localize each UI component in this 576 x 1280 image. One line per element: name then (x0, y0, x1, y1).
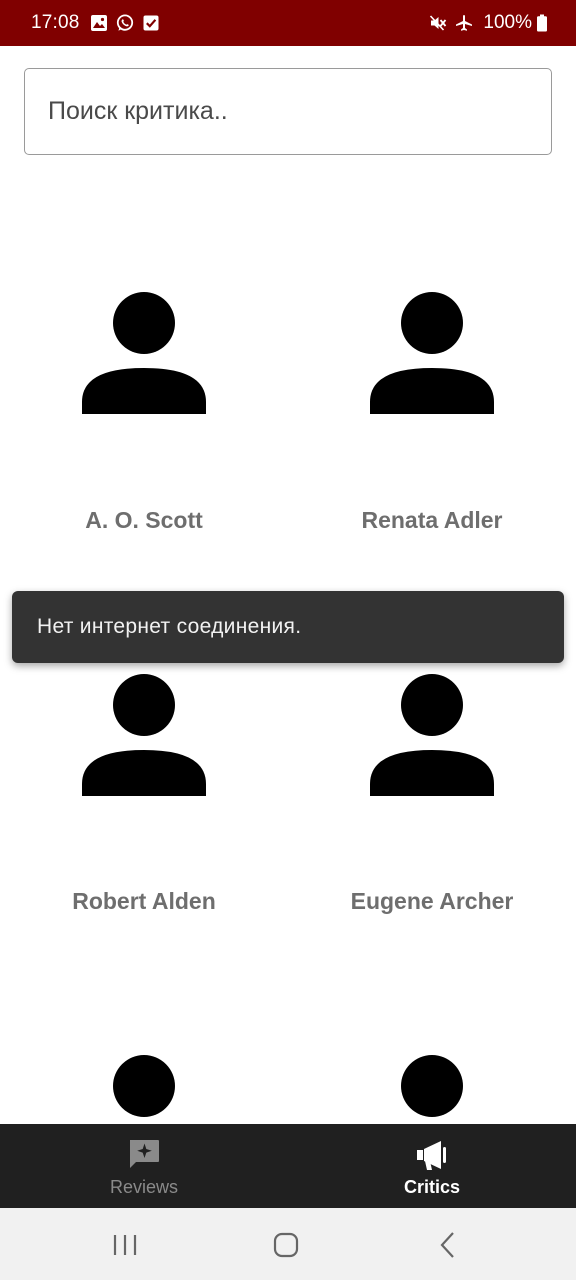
person-icon (113, 1055, 175, 1117)
gallery-icon (90, 15, 107, 31)
tab-critics-label: Critics (403, 1177, 461, 1197)
battery-percentage: 100% (483, 12, 532, 33)
system-navigation-bar (0, 1208, 576, 1280)
checkbox-icon (143, 15, 159, 31)
critic-card[interactable] (288, 963, 576, 1124)
critic-card[interactable] (0, 963, 288, 1124)
review-sparkle-icon (130, 1140, 159, 1168)
person-icon (82, 292, 206, 414)
recent-apps-icon[interactable] (110, 1230, 140, 1260)
search-input[interactable] (24, 68, 552, 155)
status-time: 17:08 (31, 12, 80, 33)
status-right: 100% (429, 12, 548, 34)
status-bar: 17:08 100% (0, 0, 576, 46)
mute-icon (430, 15, 447, 31)
critic-name: A. O. Scott (85, 507, 203, 533)
critic-name: Robert Alden (72, 888, 216, 914)
tab-critics[interactable]: Critics (288, 1124, 576, 1208)
person-icon (370, 674, 494, 796)
person-icon (401, 1055, 463, 1117)
airplane-icon (456, 15, 473, 31)
person-icon (370, 292, 494, 414)
critic-card[interactable]: A. O. Scott (0, 200, 288, 580)
tab-reviews[interactable]: Reviews (0, 1124, 288, 1208)
critic-card[interactable]: Renata Adler (288, 200, 576, 580)
bottom-navigation: Reviews Critics (0, 1124, 576, 1208)
snackbar: Нет интернет соединения. (12, 591, 564, 663)
snackbar-message: Нет интернет соединения. (37, 615, 302, 638)
home-icon[interactable] (271, 1230, 301, 1260)
tab-reviews-label: Reviews (109, 1177, 179, 1197)
critic-name: Renata Adler (361, 507, 503, 533)
person-icon (82, 674, 206, 796)
critic-name: Eugene Archer (350, 888, 514, 914)
battery-icon (537, 14, 547, 32)
megaphone-icon (417, 1141, 446, 1170)
back-icon[interactable] (433, 1230, 463, 1260)
whatsapp-icon (116, 14, 133, 31)
